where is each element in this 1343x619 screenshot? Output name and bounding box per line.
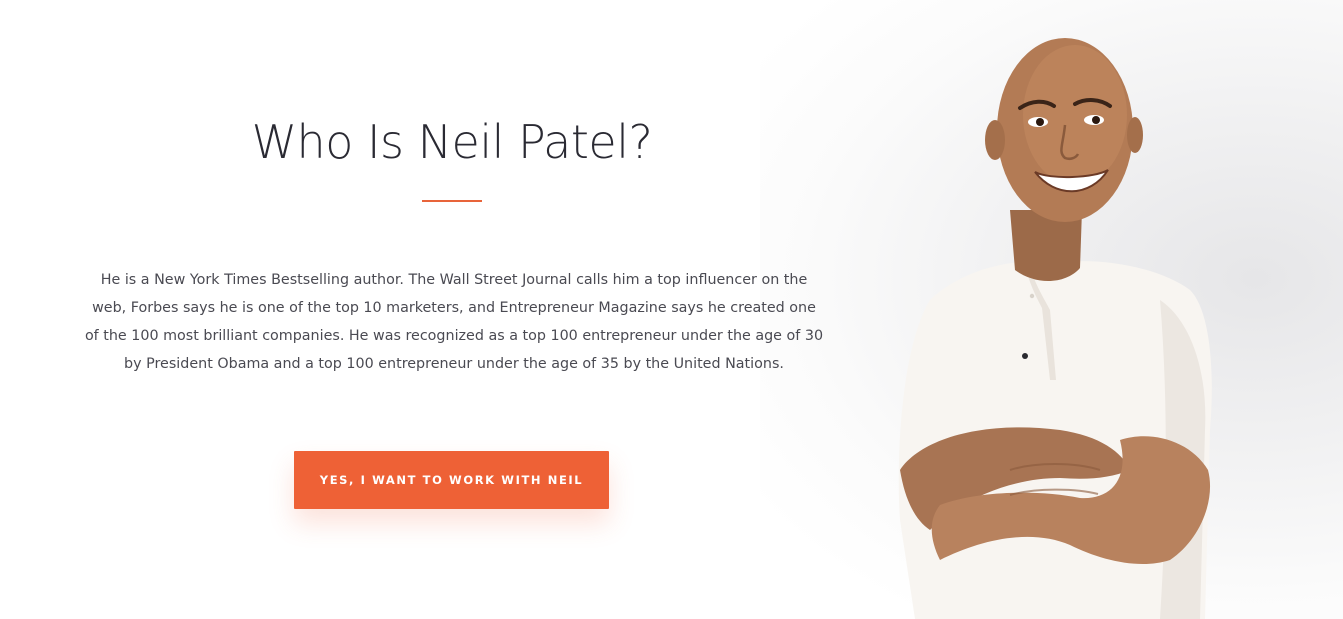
portrait-photo bbox=[898, 38, 1212, 619]
about-section: Who Is Neil Patel? He is a New York Time… bbox=[70, 0, 834, 619]
bio-paragraph: He is a New York Times Bestselling autho… bbox=[84, 272, 824, 372]
work-with-neil-button[interactable]: YES, I WANT TO WORK WITH NEIL bbox=[294, 451, 609, 509]
section-title: Who Is Neil Patel? bbox=[251, 115, 653, 169]
title-divider bbox=[422, 200, 482, 202]
